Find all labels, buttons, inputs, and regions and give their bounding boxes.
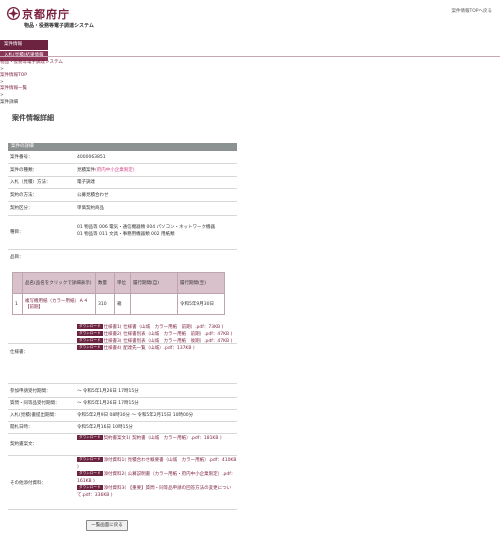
bid-period-value: 令和5年2月9日 08時30分 ～ 令和5年2月15日 10時00分 xyxy=(77,413,194,418)
col-header-index xyxy=(12,272,23,294)
page-title: 案件情報詳細 xyxy=(12,114,54,122)
cell-from xyxy=(130,293,178,315)
type-line: 01 物品等 006 電気・通信機器類 004 パソコン・ネットワーク機器 xyxy=(77,225,216,230)
item-table-header: 品名(品名をクリックで詳細表示) 数量 単位 履行期間(自) 履行期間(至) xyxy=(12,272,225,294)
case-type-text: 見積案件 xyxy=(77,168,95,173)
row-contract-category: 契約区分： 単価契約商品 xyxy=(8,202,237,216)
apply-value: ～ 令和5年1月26日 17時15分 xyxy=(77,389,139,394)
download-icon: ダウンロード xyxy=(77,345,103,350)
item-label: 品目： xyxy=(10,255,24,260)
type-line: 01 物品等 011 文具・事務用機器類 002 用紙類 xyxy=(77,232,175,237)
cell-unit: 箱 xyxy=(114,293,131,315)
site-header: 京都府庁 物品・役務等電子調達システム 案件情報TOPへ戻る xyxy=(0,0,500,38)
row-spec: 仕様書： ダウンロード 仕様書1( 仕様書（山城 カラー用紙 前期）.pdf：73… xyxy=(8,323,237,384)
breadcrumb-current: 案件詳細 xyxy=(0,99,18,105)
col-header-name: 品名(品名をクリックで詳細表示) xyxy=(22,272,96,294)
other-doc-item: ダウンロード 添付資料1( 見積合わせ概要書（山城 カラー用紙）.pdf：410K… xyxy=(77,457,237,471)
row-other-docs: その他添付資料： ダウンロード 添付資料1( 見積合わせ概要書（山城 カラー用紙）… xyxy=(8,456,237,510)
contract-category-value: 単価契約商品 xyxy=(77,206,104,211)
row-bid-method: 入札（見積）方法： 電子調達 xyxy=(8,177,237,189)
kyoto-emblem-icon xyxy=(7,7,20,20)
row-case-type: 案件の種類： 見積案件(府内中小企業限定) xyxy=(8,164,237,177)
contract-doc-files: ダウンロード 契約書案文1( 契約書（山城 カラー用紙）.pdf：181KB ) xyxy=(77,435,237,442)
system-name: 物品・役務等電子調達システム xyxy=(24,23,94,29)
row-question-period: 質問・同等品受付期間： ～ 令和5年1月26日 17時15分 xyxy=(8,398,237,410)
download-icon: ダウンロード xyxy=(77,435,103,440)
item-name-link[interactable]: 複写機用紙（カラー用紙）Ａ４【前期】 xyxy=(25,299,88,310)
download-icon: ダウンロード xyxy=(77,324,103,329)
tab-case-info[interactable]: 案件情報 xyxy=(0,40,48,50)
contract-doc-link[interactable]: 契約書案文1( 契約書（山城 カラー用紙）.pdf：181KB ) xyxy=(104,436,222,441)
cell-to: 令和5年9月30日 xyxy=(177,293,225,315)
open-date-label: 開札日時： xyxy=(10,425,33,430)
row-contract-doc: 契約書案文： ダウンロード 契約書案文1( 契約書（山城 カラー用紙）.pdf：1… xyxy=(8,434,237,456)
contract-method-value: 公募見積合わせ xyxy=(77,193,109,198)
row-type: 種目： 01 物品等 006 電気・通信機器類 004 パソコン・ネットワーク機… xyxy=(8,216,237,250)
nav-tabs: 案件情報 入札(見積)結果情報 xyxy=(0,40,48,62)
spec-file-link[interactable]: 仕様書4( 配達先一覧（山城）.pdf：137KB ) xyxy=(104,346,195,351)
breadcrumb: 物品・役務等電子調達システム > 案件情報TOP > 案件情報一覧 > 案件詳細 xyxy=(0,60,63,106)
section-header: 案件の詳細 xyxy=(8,143,237,151)
case-type-note: (府内中小企業限定) xyxy=(95,168,135,173)
type-label: 種目： xyxy=(10,230,24,235)
item-table: 品名(品名をクリックで詳細表示) 数量 単位 履行期間(自) 履行期間(至) 1… xyxy=(12,272,225,315)
row-apply-period: 参加申請受付期間： ～ 令和5年1月26日 17時15分 xyxy=(8,386,237,398)
other-doc-item: ダウンロード 添付資料3( 【重要】質問・同等品申請の回答方法の変更について.pd… xyxy=(77,485,237,499)
case-number-label: 案件番号： xyxy=(10,155,33,160)
case-type-value: 見積案件(府内中小企業限定) xyxy=(77,167,237,174)
row-contract-method: 契約の方法： 公募見積合わせ xyxy=(8,189,237,202)
contract-method-label: 契約の方法： xyxy=(10,193,37,198)
question-value: ～ 令和5年1月26日 17時15分 xyxy=(77,401,139,406)
download-icon: ダウンロード xyxy=(77,485,103,490)
apply-label: 参加申請受付期間： xyxy=(10,389,51,394)
logo-text: 京都府庁 xyxy=(22,8,70,21)
col-header-qty: 数量 xyxy=(95,272,115,294)
spec-file-link[interactable]: 仕様書2( 仕様書別表（山城 カラー用紙 前期）.pdf：47KB ) xyxy=(104,332,233,337)
row-case-number: 案件番号： 4000063851 xyxy=(8,152,237,164)
open-date-value: 令和5年2月16日 10時15分 xyxy=(77,425,133,430)
col-header-unit: 単位 xyxy=(114,272,131,294)
tab-divider xyxy=(0,56,500,57)
spec-file-item: ダウンロード 仕様書1( 仕様書（山城 カラー用紙 前期）.pdf：73KB ) xyxy=(77,324,237,331)
spec-files: ダウンロード 仕様書1( 仕様書（山城 カラー用紙 前期）.pdf：73KB ) … xyxy=(77,324,237,352)
other-docs-files: ダウンロード 添付資料1( 見積合わせ概要書（山城 カラー用紙）.pdf：410K… xyxy=(77,457,237,499)
table-row: 1 複写機用紙（カラー用紙）Ａ４【前期】 310 箱 令和5年9月30日 xyxy=(12,293,225,315)
bid-method-label: 入札（見積）方法： xyxy=(10,180,51,185)
breadcrumb-link-list[interactable]: 案件情報一覧 xyxy=(0,86,27,91)
cell-qty: 310 xyxy=(95,293,115,315)
cell-item-name: 複写機用紙（カラー用紙）Ａ４【前期】 xyxy=(22,293,96,315)
case-number-value: 4000063851 xyxy=(77,155,106,160)
top-link[interactable]: 案件情報TOPへ戻る xyxy=(451,8,492,14)
col-header-to: 履行期間(至) xyxy=(177,272,225,294)
row-bid-period: 入札(見積)書提出期間： 令和5年2月9日 08時30分 ～ 令和5年2月15日… xyxy=(8,410,237,422)
other-docs-label: その他添付資料： xyxy=(10,481,46,486)
download-icon: ダウンロード xyxy=(77,457,103,462)
download-icon: ダウンロード xyxy=(77,338,103,343)
download-icon: ダウンロード xyxy=(77,471,103,476)
contract-doc-label: 契約書案文： xyxy=(10,442,37,447)
col-header-from: 履行期間(自) xyxy=(130,272,178,294)
spec-file-link[interactable]: 仕様書3( 仕様書別表（山城 カラー用紙 後期）.pdf：47KB ) xyxy=(104,339,233,344)
back-to-list-button[interactable]: 一覧画面に戻る xyxy=(86,520,128,531)
spec-file-link[interactable]: 仕様書1( 仕様書（山城 カラー用紙 前期）.pdf：73KB ) xyxy=(104,325,224,330)
spec-file-item: ダウンロード 仕様書2( 仕様書別表（山城 カラー用紙 前期）.pdf：47KB … xyxy=(77,331,237,338)
bid-period-label: 入札(見積)書提出期間： xyxy=(10,413,59,418)
breadcrumb-separator: > xyxy=(0,92,4,98)
breadcrumb-link-system[interactable]: 物品・役務等電子調達システム xyxy=(0,60,63,65)
download-icon: ダウンロード xyxy=(77,331,103,336)
spec-label: 仕様書： xyxy=(10,350,28,355)
case-type-label: 案件の種類： xyxy=(10,168,37,173)
cell-index: 1 xyxy=(12,293,23,315)
contract-doc-item: ダウンロード 契約書案文1( 契約書（山城 カラー用紙）.pdf：181KB ) xyxy=(77,435,237,442)
spec-file-item: ダウンロード 仕様書4( 配達先一覧（山城）.pdf：137KB ) xyxy=(77,345,237,352)
bid-method-value: 電子調達 xyxy=(77,180,95,185)
contract-category-label: 契約区分： xyxy=(10,206,33,211)
breadcrumb-link-top[interactable]: 案件情報TOP xyxy=(0,73,27,78)
question-label: 質問・同等品受付期間： xyxy=(10,401,60,406)
other-doc-item: ダウンロード 添付資料2( 公募説明書（カラー用紙・府内中小企業限定）.pdf：1… xyxy=(77,471,237,485)
type-value: 01 物品等 006 電気・通信機器類 004 パソコン・ネットワーク機器 01… xyxy=(77,224,237,238)
spec-file-item: ダウンロード 仕様書3( 仕様書別表（山城 カラー用紙 後期）.pdf：47KB … xyxy=(77,338,237,345)
row-open-date: 開札日時： 令和5年2月16日 10時15分 xyxy=(8,422,237,434)
